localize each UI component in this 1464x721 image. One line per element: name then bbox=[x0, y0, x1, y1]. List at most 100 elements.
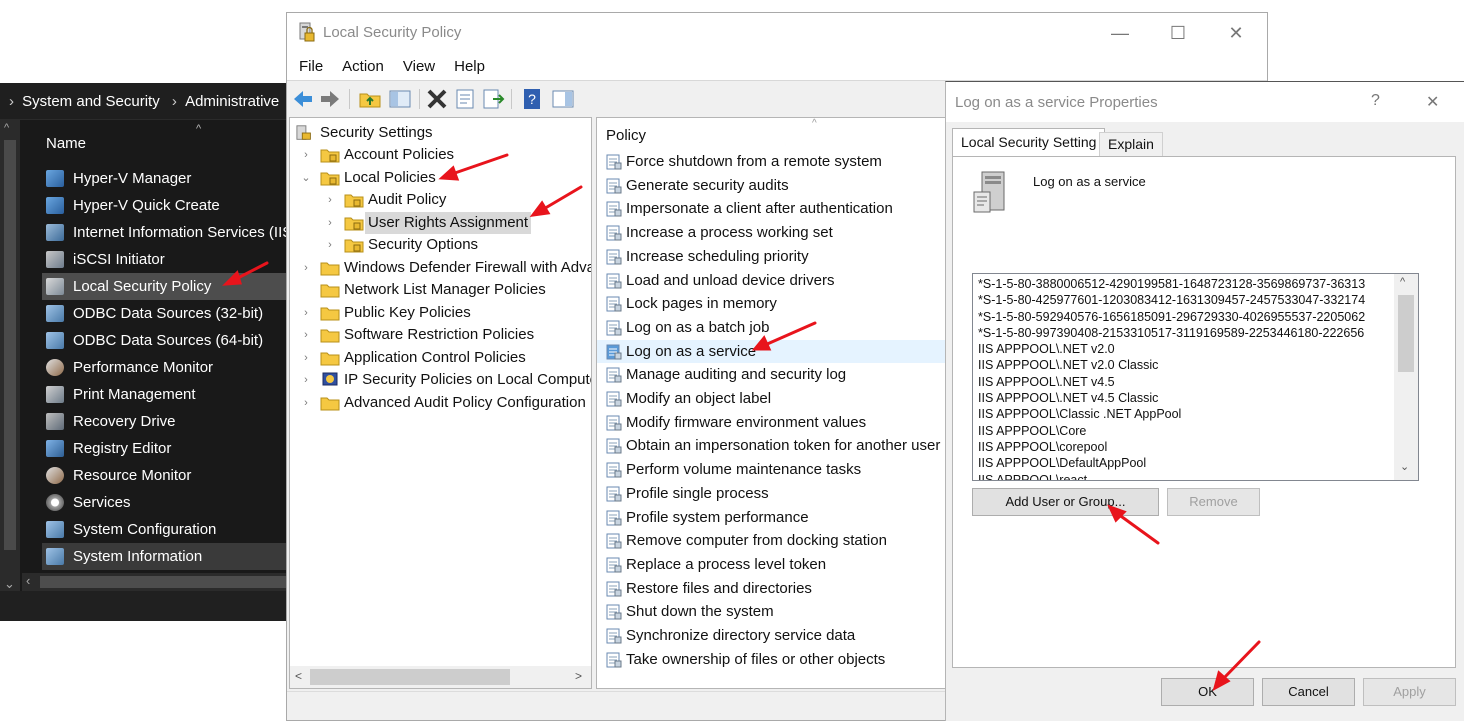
list-item[interactable]: Performance Monitor bbox=[42, 354, 287, 381]
scroll-left-icon[interactable]: < bbox=[295, 669, 302, 683]
policy-row[interactable]: Manage auditing and security log bbox=[597, 363, 950, 386]
expand-chevron-icon[interactable]: › bbox=[323, 212, 337, 234]
list-item[interactable]: Local Security Policy bbox=[42, 273, 287, 300]
list-item[interactable]: Hyper-V Quick Create bbox=[42, 192, 287, 219]
horizontal-scrollbar[interactable]: < > bbox=[290, 666, 591, 688]
dialog-title-bar[interactable]: Log on as a service Properties ? ✕ bbox=[946, 82, 1464, 122]
action-pane-icon[interactable] bbox=[551, 87, 575, 111]
delete-icon[interactable] bbox=[425, 87, 449, 111]
policy-row[interactable]: Lock pages in memory bbox=[597, 292, 950, 315]
policy-row[interactable]: Replace a process level token bbox=[597, 553, 950, 576]
account-item[interactable]: *S-1-5-80-592940576-1656185091-296729330… bbox=[978, 309, 1394, 325]
address-bar[interactable]: › System and Security › Administrative bbox=[0, 83, 287, 120]
policy-row[interactable]: Increase scheduling priority bbox=[597, 245, 950, 268]
menu-action[interactable]: Action bbox=[330, 53, 391, 75]
maximize-button[interactable]: ☐ bbox=[1149, 13, 1207, 53]
list-item[interactable]: System Configuration bbox=[42, 516, 287, 543]
scrollbar-thumb[interactable] bbox=[4, 140, 16, 550]
account-item[interactable]: *S-1-5-80-425977601-1203083412-163130945… bbox=[978, 292, 1394, 308]
policy-row[interactable]: Synchronize directory service data bbox=[597, 624, 950, 647]
list-item[interactable]: Recovery Drive bbox=[42, 408, 287, 435]
scrollbar-thumb[interactable] bbox=[310, 669, 510, 685]
scrollbar-thumb[interactable] bbox=[1398, 295, 1414, 372]
account-item[interactable]: IIS APPPOOL\.NET v4.5 bbox=[978, 374, 1394, 390]
apply-button[interactable]: Apply bbox=[1363, 678, 1456, 706]
scroll-left-icon[interactable]: ‹ bbox=[26, 573, 30, 588]
back-arrow-icon[interactable] bbox=[291, 87, 315, 111]
policy-column-header[interactable]: Policy bbox=[606, 127, 646, 144]
policy-row[interactable]: Generate security audits bbox=[597, 174, 950, 197]
list-item[interactable]: Registry Editor bbox=[42, 435, 287, 462]
list-item[interactable]: Services bbox=[42, 489, 287, 516]
policy-row[interactable]: Modify firmware environment values bbox=[597, 411, 950, 434]
account-item[interactable]: IIS APPPOOL\.NET v2.0 bbox=[978, 341, 1394, 357]
tab-local-security-setting[interactable]: Local Security Setting bbox=[952, 128, 1106, 156]
close-button[interactable]: ✕ bbox=[1207, 13, 1265, 53]
name-column-header[interactable]: Name bbox=[46, 135, 86, 152]
expand-chevron-icon[interactable]: › bbox=[299, 392, 313, 414]
account-item[interactable]: IIS APPPOOL\Core bbox=[978, 423, 1394, 439]
forward-arrow-icon[interactable] bbox=[318, 87, 342, 111]
policy-row[interactable]: Obtain an impersonation token for anothe… bbox=[597, 434, 950, 457]
expand-chevron-icon[interactable]: › bbox=[299, 324, 313, 346]
account-item[interactable]: IIS APPPOOL\.NET v2.0 Classic bbox=[978, 357, 1394, 373]
list-item[interactable]: Internet Information Services (IIS bbox=[42, 219, 287, 246]
account-item[interactable]: IIS APPPOOL\.NET v4.5 Classic bbox=[978, 390, 1394, 406]
account-item[interactable]: IIS APPPOOL\react bbox=[978, 472, 1394, 480]
list-item[interactable]: System Information bbox=[42, 543, 287, 570]
list-item[interactable]: Hyper-V Manager bbox=[42, 165, 287, 192]
up-folder-icon[interactable] bbox=[358, 87, 382, 111]
expand-chevron-icon[interactable]: › bbox=[323, 189, 337, 211]
menu-view[interactable]: View bbox=[391, 53, 442, 75]
vertical-scrollbar[interactable]: ^ ⌄ bbox=[0, 120, 20, 600]
expand-chevron-icon[interactable]: › bbox=[299, 257, 313, 279]
scroll-right-icon[interactable]: > bbox=[575, 669, 582, 683]
title-bar[interactable]: Local Security Policy — ☐ ✕ bbox=[287, 13, 1267, 53]
minimize-button[interactable]: — bbox=[1091, 13, 1149, 53]
properties-icon[interactable] bbox=[453, 87, 477, 111]
show-hide-tree-icon[interactable] bbox=[388, 87, 412, 111]
expand-chevron-icon[interactable]: › bbox=[299, 144, 313, 166]
policy-row[interactable]: Force shutdown from a remote system bbox=[597, 150, 950, 173]
policy-row[interactable]: Modify an object label bbox=[597, 387, 950, 410]
scrollbar-thumb[interactable] bbox=[40, 576, 287, 588]
policy-row[interactable]: Take ownership of files or other objects bbox=[597, 648, 950, 671]
policy-row[interactable]: Impersonate a client after authenticatio… bbox=[597, 197, 950, 220]
scroll-up-icon[interactable]: ^ bbox=[1400, 276, 1405, 288]
policy-row[interactable]: Increase a process working set bbox=[597, 221, 950, 244]
list-item[interactable]: iSCSI Initiator bbox=[42, 246, 287, 273]
add-user-or-group-button[interactable]: Add User or Group... bbox=[972, 488, 1159, 516]
accounts-listbox[interactable]: *S-1-5-80-3880006512-4290199581-16487231… bbox=[972, 273, 1419, 481]
policy-row[interactable]: Perform volume maintenance tasks bbox=[597, 458, 950, 481]
policy-row[interactable]: Profile system performance bbox=[597, 506, 950, 529]
close-button[interactable]: ✕ bbox=[1426, 92, 1439, 112]
list-item[interactable]: Resource Monitor bbox=[42, 462, 287, 489]
scroll-down-icon[interactable]: ⌄ bbox=[1400, 460, 1409, 473]
list-item[interactable]: ODBC Data Sources (64-bit) bbox=[42, 327, 287, 354]
help-icon[interactable]: ? bbox=[521, 87, 545, 111]
remove-button[interactable]: Remove bbox=[1167, 488, 1260, 516]
policy-row[interactable]: Remove computer from docking station bbox=[597, 529, 950, 552]
policy-row[interactable]: Log on as a service bbox=[597, 339, 950, 363]
account-item[interactable]: *S-1-5-80-997390408-2153310517-311916958… bbox=[978, 325, 1394, 341]
expand-chevron-icon[interactable]: › bbox=[323, 234, 337, 256]
account-item[interactable]: IIS APPPOOL\DefaultAppPool bbox=[978, 455, 1394, 471]
menu-help[interactable]: Help bbox=[442, 53, 492, 75]
export-list-icon[interactable] bbox=[481, 87, 505, 111]
policy-row[interactable]: Restore files and directories bbox=[597, 577, 950, 600]
menu-file[interactable]: File bbox=[287, 53, 330, 75]
policy-row[interactable]: Load and unload device drivers bbox=[597, 269, 950, 292]
cancel-button[interactable]: Cancel bbox=[1262, 678, 1355, 706]
breadcrumb-administrative[interactable]: Administrative bbox=[185, 93, 279, 110]
help-button[interactable]: ? bbox=[1371, 92, 1380, 110]
expand-chevron-icon[interactable]: › bbox=[299, 347, 313, 369]
expand-chevron-icon[interactable]: › bbox=[299, 302, 313, 324]
policy-row[interactable]: Log on as a batch job bbox=[597, 316, 950, 339]
breadcrumb-system-and-security[interactable]: System and Security bbox=[22, 93, 160, 110]
account-item[interactable]: *S-1-5-80-3880006512-4290199581-16487231… bbox=[978, 276, 1394, 292]
tab-explain[interactable]: Explain bbox=[1099, 132, 1163, 156]
listbox-scrollbar[interactable]: ^ ⌄ bbox=[1394, 274, 1418, 480]
policy-row[interactable]: Profile single process bbox=[597, 482, 950, 505]
scroll-up-icon[interactable]: ^ bbox=[4, 122, 9, 134]
collapse-chevron-icon[interactable]: ⌄ bbox=[299, 167, 313, 189]
